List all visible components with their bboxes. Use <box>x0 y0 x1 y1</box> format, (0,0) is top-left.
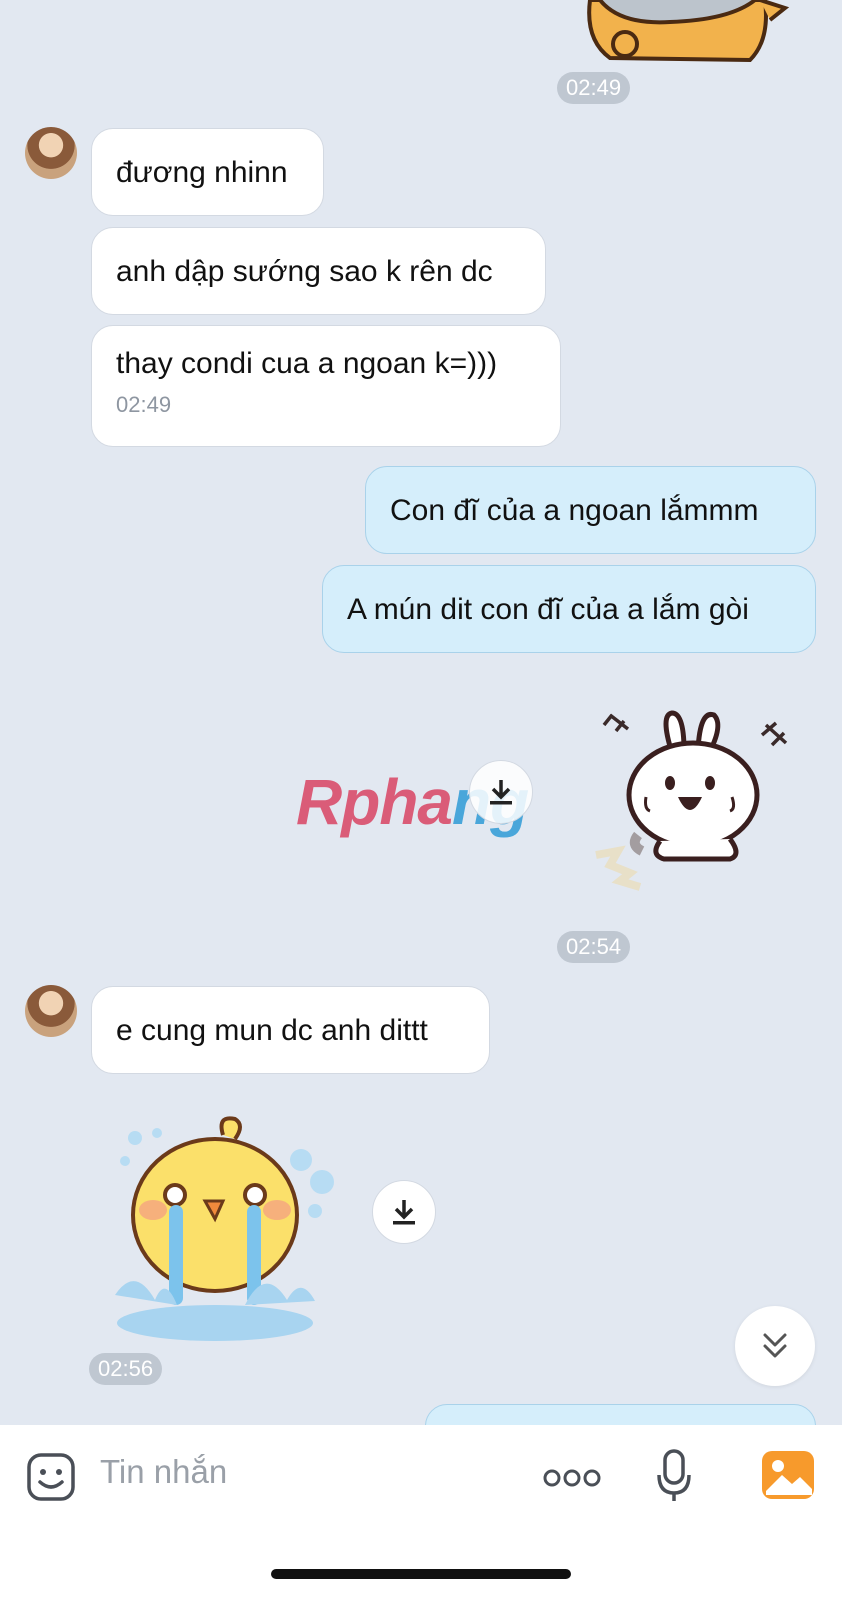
microphone-icon[interactable] <box>656 1449 692 1503</box>
home-indicator <box>271 1569 571 1579</box>
message-text: e cung mun dc anh dittt <box>116 1014 428 1047</box>
incoming-message[interactable]: đương nhinn <box>91 128 324 216</box>
avatar[interactable] <box>25 985 77 1037</box>
outgoing-message[interactable]: Con đĩ của a ngoan lắmmm <box>365 466 816 554</box>
outgoing-message-partial[interactable] <box>425 1404 816 1425</box>
sticker-top-partial[interactable] <box>580 0 800 64</box>
emoji-icon[interactable] <box>26 1452 76 1502</box>
outgoing-message[interactable]: A mún dit con đĩ của a lắm gòi <box>322 565 816 653</box>
sticker-crying-chick[interactable] <box>105 1115 345 1345</box>
download-icon <box>393 1200 415 1225</box>
message-time: 02:49 <box>116 392 172 417</box>
download-button[interactable] <box>372 1180 436 1244</box>
timestamp: 02:54 <box>557 931 631 963</box>
avatar[interactable] <box>25 127 77 179</box>
incoming-message[interactable]: e cung mun dc anh dittt <box>91 986 490 1074</box>
message-text: anh dập sướng sao k rên dc <box>116 255 493 288</box>
message-text: thay condi cua a ngoan k=))) <box>116 347 498 380</box>
incoming-message[interactable]: anh dập sướng sao k rên dc <box>91 227 546 315</box>
chat-area: 02:49 đương nhinn anh dập sướng sao k rê… <box>0 0 842 1425</box>
timestamp: 02:56 <box>89 1353 163 1385</box>
sticker-bunny[interactable] <box>590 705 800 905</box>
message-text: A mún dit con đĩ của a lắm gòi <box>347 593 749 626</box>
message-input[interactable]: Tin nhắn <box>100 1453 227 1491</box>
download-button[interactable] <box>469 760 533 824</box>
gallery-icon[interactable] <box>762 1451 814 1499</box>
watermark-part1: Rpha <box>296 766 453 838</box>
timestamp: 02:49 <box>557 72 631 104</box>
more-icon[interactable] <box>543 1468 601 1488</box>
message-text: Con đĩ của a ngoan lắmmm <box>390 494 759 527</box>
message-text: đương nhinn <box>116 156 288 189</box>
incoming-message[interactable]: thay condi cua a ngoan k=))) 02:49 <box>91 325 561 447</box>
scroll-to-bottom-button[interactable] <box>735 1306 815 1386</box>
chevrons-down-icon <box>763 1333 787 1358</box>
download-icon <box>490 780 512 805</box>
